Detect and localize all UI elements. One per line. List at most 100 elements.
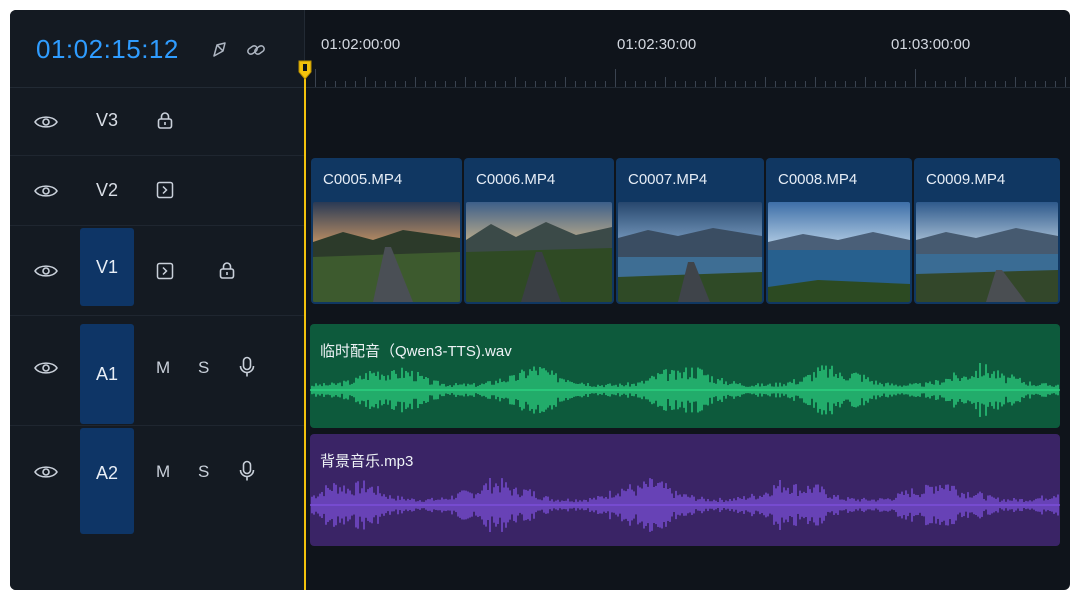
ruler-tick	[505, 81, 506, 87]
ruler-tick	[995, 81, 996, 87]
microphone-icon[interactable]	[238, 460, 256, 482]
ruler-tick	[1015, 77, 1016, 87]
lock-icon[interactable]	[218, 261, 236, 279]
ruler-tick	[555, 81, 556, 87]
playhead-handle[interactable]	[298, 60, 312, 80]
ruler-tick	[915, 69, 916, 87]
ruler-tick	[925, 81, 926, 87]
ruler-tick	[955, 81, 956, 87]
time-ruler[interactable]: 01:02:00:00 01:02:30:00 01:03:00:00	[305, 10, 1070, 88]
ruler-tick	[415, 77, 416, 87]
lock-icon[interactable]	[156, 111, 174, 129]
track-header-panel: 01:02:15:12 V3 V2 V1 A1 M S A2 M S	[10, 10, 305, 590]
ruler-tick	[835, 81, 836, 87]
ruler-tick	[875, 81, 876, 87]
ruler-tick	[665, 77, 666, 87]
ruler-tick	[855, 81, 856, 87]
track-header-v2: V2	[10, 156, 305, 226]
video-clip[interactable]: C0009.MP4	[914, 158, 1060, 304]
ruler-tick	[635, 81, 636, 87]
audio-waveform	[310, 363, 1060, 417]
ruler-tick	[975, 81, 976, 87]
track-label-a2[interactable]: A2	[80, 428, 134, 534]
audio-clip[interactable]: 临时配音（Qwen3-TTS).wav	[310, 324, 1060, 428]
track-label-v2: V2	[95, 180, 119, 200]
ruler-label: 01:02:30:00	[617, 36, 697, 53]
ruler-tick	[495, 81, 496, 87]
track-output-icon[interactable]	[156, 181, 174, 199]
solo-button[interactable]: S	[198, 358, 209, 378]
ruler-tick	[465, 77, 466, 87]
link-icon[interactable]	[246, 40, 266, 60]
mute-button[interactable]: M	[156, 462, 170, 482]
timecode-display[interactable]: 01:02:15:12	[36, 34, 179, 65]
clip-thumbnail	[618, 202, 762, 302]
ruler-tick	[475, 81, 476, 87]
ruler-tick	[625, 81, 626, 87]
ruler-tick	[485, 81, 486, 87]
ruler-tick	[895, 81, 896, 87]
ruler-tick	[375, 81, 376, 87]
ruler-tick	[655, 81, 656, 87]
ruler-label: 01:02:00:00	[321, 36, 401, 53]
timeline-editor: 01:02:15:12 V3 V2 V1 A1 M S A2 M S 01:02…	[10, 10, 1070, 590]
microphone-icon[interactable]	[238, 356, 256, 378]
ruler-tick	[615, 69, 616, 87]
clip-name: C0005.MP4	[323, 171, 403, 188]
ruler-tick	[585, 81, 586, 87]
ruler-tick	[845, 81, 846, 87]
eye-icon[interactable]	[34, 114, 58, 130]
ruler-tick	[1005, 81, 1006, 87]
ruler-tick	[525, 81, 526, 87]
ruler-tick	[905, 81, 906, 87]
ruler-tick	[1035, 81, 1036, 87]
ruler-tick	[395, 81, 396, 87]
ruler-tick	[745, 81, 746, 87]
solo-button[interactable]: S	[198, 462, 209, 482]
ruler-tick	[785, 81, 786, 87]
track-header-a2: A2 M S	[10, 426, 305, 538]
track-output-icon[interactable]	[156, 262, 174, 280]
mute-button[interactable]: M	[156, 358, 170, 378]
eye-icon[interactable]	[34, 464, 58, 480]
ruler-tick	[405, 81, 406, 87]
eye-icon[interactable]	[34, 183, 58, 199]
clip-thumbnail	[313, 202, 460, 302]
ruler-tick	[795, 81, 796, 87]
ruler-tick	[1055, 81, 1056, 87]
ruler-tick	[765, 77, 766, 87]
ruler-tick	[715, 77, 716, 87]
ruler-tick	[535, 81, 536, 87]
clip-name: 背景音乐.mp3	[320, 453, 414, 470]
audio-clip[interactable]: 背景音乐.mp3	[310, 434, 1060, 546]
clip-thumbnail	[916, 202, 1058, 302]
snap-icon[interactable]	[210, 40, 230, 60]
clip-thumbnail	[768, 202, 910, 302]
playhead-line[interactable]	[304, 70, 306, 590]
clip-name: C0007.MP4	[628, 171, 708, 188]
video-clip[interactable]: C0006.MP4	[464, 158, 614, 304]
eye-icon[interactable]	[34, 263, 58, 279]
ruler-tick	[595, 81, 596, 87]
ruler-tick	[775, 81, 776, 87]
ruler-tick	[755, 81, 756, 87]
video-clip[interactable]: C0008.MP4	[766, 158, 912, 304]
ruler-tick	[695, 81, 696, 87]
ruler-tick	[455, 81, 456, 87]
ruler-tick	[675, 81, 676, 87]
clip-name: 临时配音（Qwen3-TTS).wav	[320, 343, 512, 360]
ruler-tick	[725, 81, 726, 87]
video-clip[interactable]: C0005.MP4	[311, 158, 462, 304]
track-label-v3: V3	[95, 110, 119, 130]
ruler-tick	[605, 81, 606, 87]
ruler-tick	[645, 81, 646, 87]
audio-waveform	[310, 477, 1060, 533]
eye-icon[interactable]	[34, 360, 58, 376]
ruler-tick	[735, 81, 736, 87]
ruler-tick	[1065, 77, 1066, 87]
ruler-tick	[705, 81, 706, 87]
track-label-a1[interactable]: A1	[80, 324, 134, 424]
track-label-v1[interactable]: V1	[80, 228, 134, 306]
video-clip[interactable]: C0007.MP4	[616, 158, 764, 304]
timecode-row: 01:02:15:12	[10, 10, 305, 88]
